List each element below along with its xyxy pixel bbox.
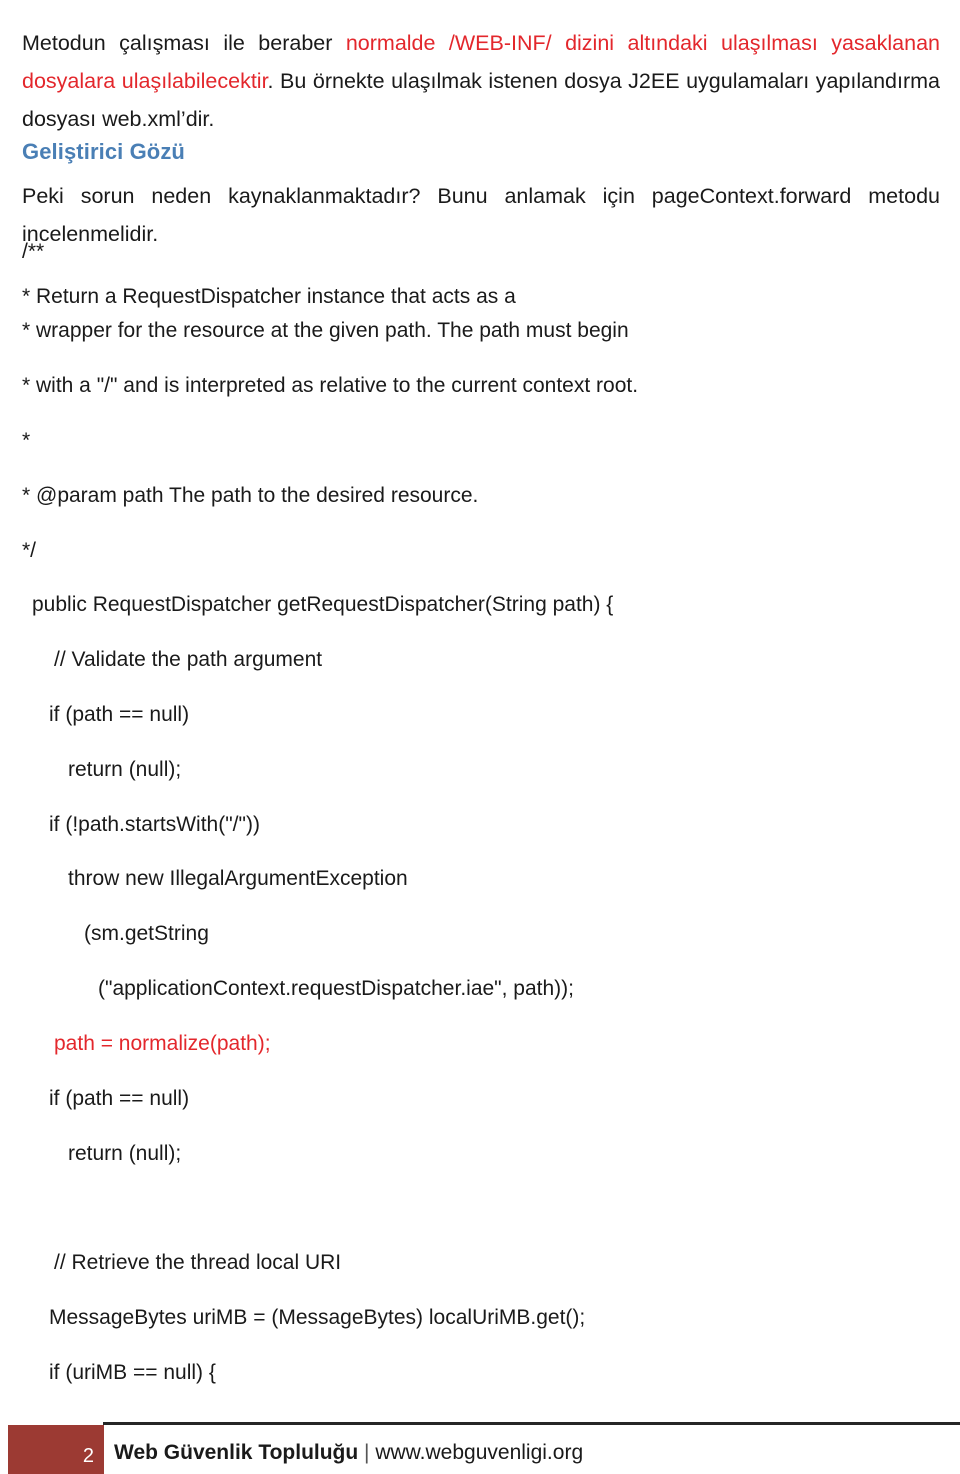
intro-segment-1: Metodun çalışması ile beraber	[22, 30, 346, 55]
document-page: Metodun çalışması ile beraber normalde /…	[0, 0, 960, 1474]
code-line: return (null);	[68, 758, 182, 781]
code-line: if (path == null)	[49, 1087, 190, 1110]
code-line: MessageBytes uriMB = (MessageBytes) loca…	[49, 1306, 586, 1329]
code-line: */	[22, 539, 37, 562]
section-heading-gelistirici-gozu: Geliştirici Gözü	[22, 139, 185, 165]
code-line: /**	[22, 240, 45, 263]
code-line: path = normalize(path);	[54, 1032, 271, 1055]
footer-separator: |	[358, 1441, 376, 1464]
second-paragraph: Peki sorun neden kaynaklanmaktadır? Bunu…	[22, 183, 940, 246]
footer-divider-rule	[103, 1422, 960, 1425]
code-line: if (path == null)	[49, 703, 190, 726]
code-line: return (null);	[68, 1142, 182, 1165]
code-line: (sm.getString	[84, 922, 209, 945]
code-line: ("applicationContext.requestDispatcher.i…	[98, 977, 574, 1000]
page-number: 2	[82, 1445, 94, 1467]
code-line: if (uriMB == null) {	[49, 1361, 216, 1384]
code-line: // Retrieve the thread local URI	[54, 1251, 342, 1274]
footer-text: Web Güvenlik Topluluğu | www.webguvenlig…	[114, 1440, 583, 1466]
code-line: *	[22, 429, 31, 452]
intro-paragraph: Metodun çalışması ile beraber normalde /…	[22, 24, 940, 138]
code-line: // Validate the path argument	[54, 648, 323, 671]
footer-website[interactable]: www.webguvenligi.org	[375, 1441, 583, 1464]
code-line: * @param path The path to the desired re…	[22, 484, 479, 507]
code-line: * with a "/" and is interpreted as relat…	[22, 374, 639, 397]
page-number-box: 2	[8, 1425, 104, 1474]
code-line: throw new IllegalArgumentException	[68, 867, 408, 890]
code-line: * wrapper for the resource at the given …	[22, 319, 629, 342]
code-line: if (!path.startsWith("/"))	[49, 813, 260, 836]
code-line: public RequestDispatcher getRequestDispa…	[32, 593, 614, 616]
page-footer: 2 Web Güvenlik Topluluğu | www.webguvenl…	[0, 1410, 960, 1474]
footer-organization: Web Güvenlik Topluluğu	[114, 1441, 359, 1464]
code-line: * Return a RequestDispatcher instance th…	[22, 285, 516, 308]
